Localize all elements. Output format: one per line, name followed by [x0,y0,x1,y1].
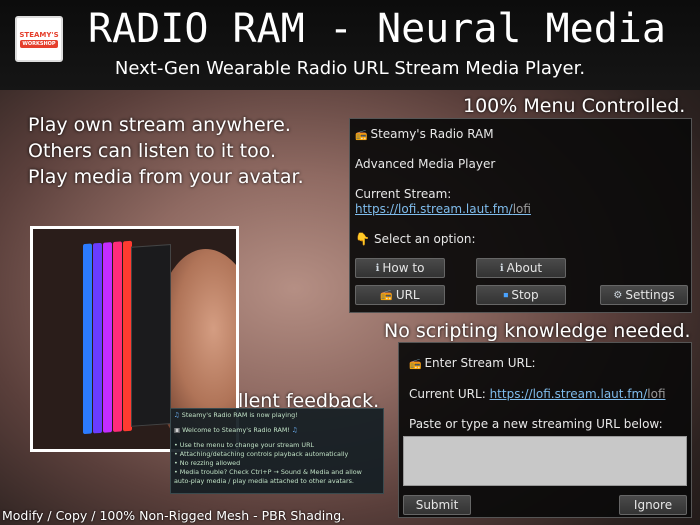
caption-no-scripting: No scripting knowledge needed. [384,320,691,342]
led-strip [83,243,92,435]
logo-text-bottom: WORKSHOP [20,39,58,48]
chat-line: ♫ Steamy's Radio RAM is now playing! [174,411,298,419]
chat-line: • Attaching/detaching controls playback … [174,450,349,458]
radio-icon: 📻 [409,359,422,370]
option-prompt: 👇 Select an option: [355,232,476,246]
radio-icon: ▣ [174,426,181,434]
header-banner: STEAMY'S WORKSHOP RADIO RAM - Neural Med… [0,0,700,90]
stop-icon: ⏹ [503,289,509,301]
caption-menu-controlled: 100% Menu Controlled. [463,95,686,117]
feature-line: Play own stream anywhere. [28,114,291,136]
pointing-hand-icon: 👇 [355,232,370,246]
gear-icon: ⚙ [613,289,623,301]
url-dialog-title: Enter Stream URL: [424,356,536,370]
paste-prompt: Paste or type a new streaming URL below: [409,417,663,431]
dialog-subtitle: Advanced Media Player [355,157,496,171]
current-url-link[interactable]: https://lofi.stream.laut.fm/lofi [490,387,666,401]
ignore-button[interactable]: Ignore [619,495,687,515]
chat-feedback-panel: ♫ Steamy's Radio RAM is now playing! ▣ W… [170,408,384,494]
url-button[interactable]: 📻 URL [355,285,445,305]
feature-line: Others can listen to it too. [28,140,277,162]
chat-line: • Media trouble? Check Ctrl+P → Sound & … [174,468,362,476]
radio-icon: 📻 [380,289,393,301]
dialog-header: 📻 Steamy's Radio RAM [355,127,494,141]
current-stream-link[interactable]: https://lofi.stream.laut.fm/lofi [355,202,531,216]
chat-line: ▣ Welcome to Steamy's Radio RAM! ♫ [174,426,298,434]
stream-url-input[interactable] [403,436,687,486]
about-button[interactable]: ℹ About [476,258,566,278]
feature-list: Play own stream anywhere. Others can lis… [28,112,304,190]
led-strip [93,242,102,434]
current-stream-label: Current Stream: [355,187,452,201]
info-icon: ℹ [499,262,504,274]
settings-button[interactable]: ⚙ Settings [600,285,688,305]
radio-icon: 📻 [355,130,368,141]
radio-device-illustration [83,238,173,444]
device-body [131,243,171,427]
stop-button[interactable]: ⏹ Stop [476,285,566,305]
url-dialog-header: 📻 Enter Stream URL: [409,356,536,370]
workshop-logo: STEAMY'S WORKSHOP [15,16,63,62]
music-icon: ♫ [292,426,298,434]
led-strip [113,241,122,433]
footer-text: Modify / Copy / 100% Non-Rigged Mesh - P… [2,508,346,523]
page-title: RADIO RAM - Neural Media [88,6,666,52]
chat-line: auto-play media / play media attached to… [174,477,354,485]
radio-menu-dialog: 📻 Steamy's Radio RAM Advanced Media Playe… [349,118,692,313]
chat-line: • No rezzing allowed [174,459,241,467]
current-url-row: Current URL: https://lofi.stream.laut.fm… [409,387,666,401]
logo-text-top: STEAMY'S [19,30,59,39]
music-icon: ♫ [174,411,180,419]
page-subtitle: Next-Gen Wearable Radio URL Stream Media… [114,58,586,79]
dialog-title: Steamy's Radio RAM [370,127,494,141]
current-url-label: Current URL: [409,387,486,401]
info-icon: ℹ [375,262,380,274]
submit-button[interactable]: Submit [403,495,471,515]
feature-line: Play media from your avatar. [28,166,304,188]
how-to-button[interactable]: ℹ How to [355,258,445,278]
stream-url-dialog: 📻 Enter Stream URL: Current URL: https://… [398,342,692,518]
led-strip [103,242,112,433]
chat-line: • Use the menu to change your stream URL [174,441,315,449]
